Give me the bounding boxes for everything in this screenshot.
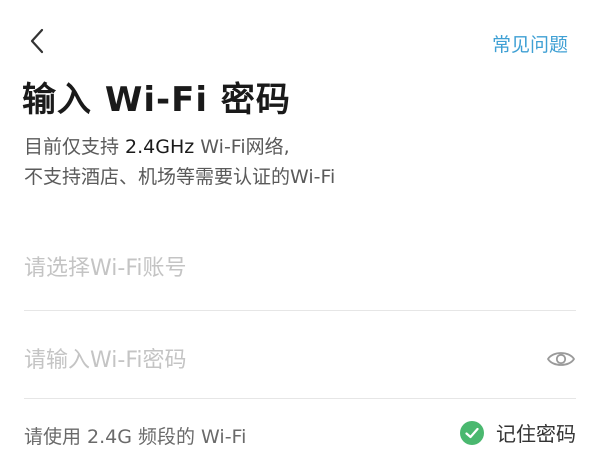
ssid-input[interactable] (24, 255, 576, 281)
remember-password-checkbox[interactable]: 记住密码 (460, 418, 576, 447)
description: 目前仅支持 2.4GHz Wi-Fi网络, 不支持酒店、机场等需要认证的Wi-F… (24, 132, 335, 192)
chevron-left-icon (30, 28, 44, 54)
frequency-highlight: 2.4GHz (125, 136, 195, 158)
frequency-hint: 请使用 2.4G 频段的 Wi-Fi (24, 426, 247, 448)
back-button[interactable] (22, 26, 52, 56)
divider (24, 310, 576, 311)
description-suffix: Wi-Fi网络, (194, 136, 290, 158)
password-field[interactable] (24, 340, 576, 380)
description-prefix: 目前仅支持 (24, 136, 126, 158)
wifi-password-screen: 常见问题 输入 Wi-Fi 密码 目前仅支持 2.4GHz Wi-Fi网络, 不… (0, 0, 600, 450)
password-input[interactable] (24, 347, 524, 373)
eye-icon (547, 352, 575, 366)
divider (24, 398, 576, 399)
description-line-1: 目前仅支持 2.4GHz Wi-Fi网络, (24, 132, 335, 162)
ssid-field[interactable] (24, 248, 576, 288)
toggle-password-visibility-button[interactable] (546, 348, 576, 370)
check-circle-icon (460, 420, 484, 445)
description-line-2: 不支持酒店、机场等需要认证的Wi-Fi (24, 166, 336, 188)
faq-link[interactable]: 常见问题 (492, 30, 568, 57)
page-title: 输入 Wi-Fi 密码 (22, 80, 291, 120)
remember-password-label: 记住密码 (496, 422, 576, 446)
